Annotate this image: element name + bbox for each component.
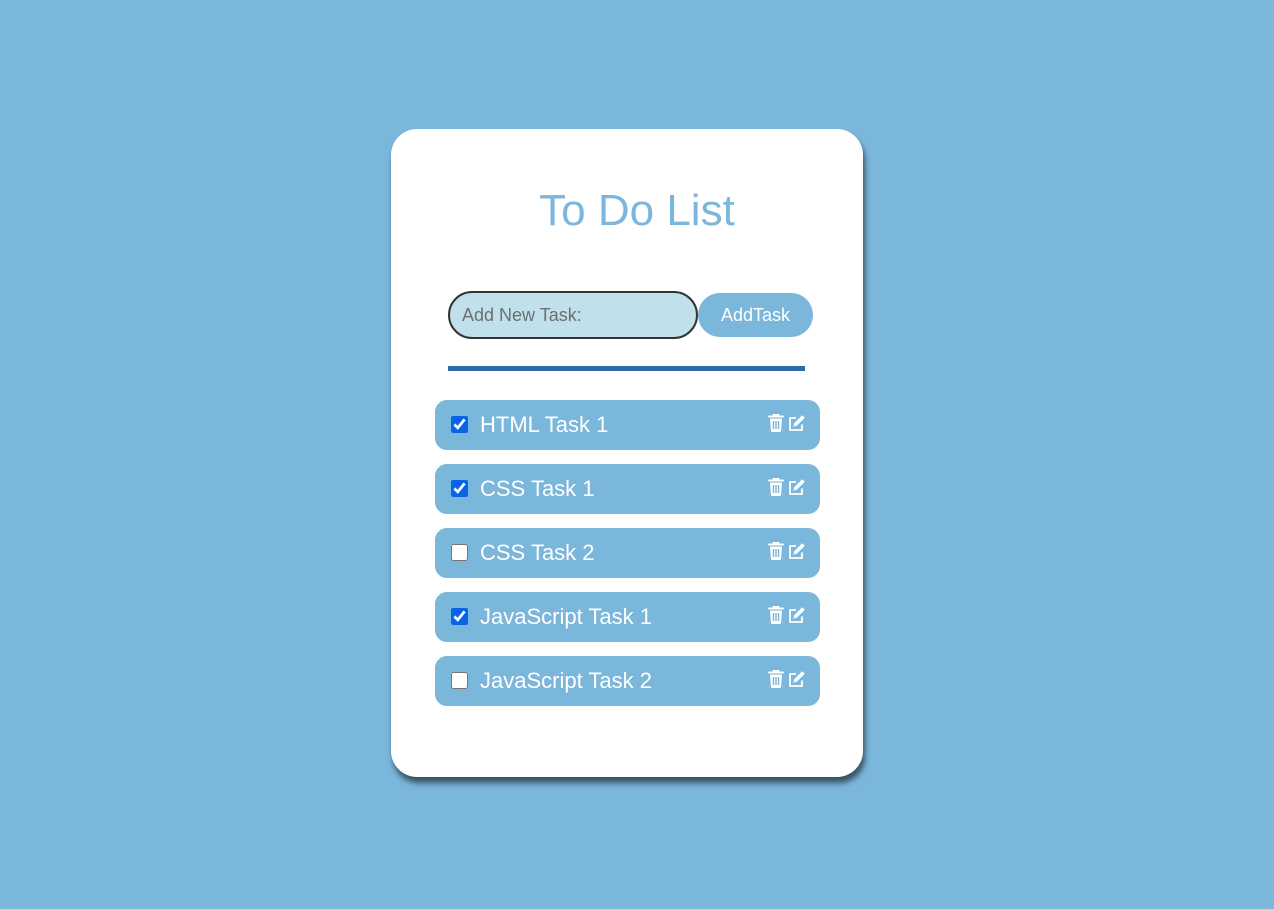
task-checkbox[interactable] — [451, 672, 468, 689]
task-item: CSS Task 1 — [435, 464, 820, 514]
task-item: HTML Task 1 — [435, 400, 820, 450]
task-checkbox[interactable] — [451, 416, 468, 433]
task-item: JavaScript Task 1 — [435, 592, 820, 642]
task-label: CSS Task 1 — [480, 476, 595, 501]
task-label: CSS Task 2 — [480, 540, 595, 565]
task-label: JavaScript Task 1 — [480, 604, 653, 629]
task-actions — [767, 478, 806, 496]
trash-icon[interactable] — [767, 542, 785, 560]
task-actions — [767, 542, 806, 560]
task-actions — [767, 606, 806, 624]
page-title: To Do List — [539, 186, 735, 235]
edit-icon[interactable] — [788, 478, 806, 496]
task-item: CSS Task 2 — [435, 528, 820, 578]
trash-icon[interactable] — [767, 670, 785, 688]
task-actions — [767, 414, 806, 432]
task-checkbox[interactable] — [451, 480, 468, 497]
trash-icon[interactable] — [767, 414, 785, 432]
add-task-button[interactable]: AddTask — [698, 293, 813, 337]
edit-icon[interactable] — [788, 670, 806, 688]
divider — [448, 366, 805, 371]
task-checkbox[interactable] — [451, 608, 468, 625]
trash-icon[interactable] — [767, 478, 785, 496]
task-list: HTML Task 1 CSS Task 1 CSS Task 2 JavaSc… — [435, 400, 820, 706]
edit-icon[interactable] — [788, 414, 806, 432]
task-checkbox[interactable] — [451, 544, 468, 561]
edit-icon[interactable] — [788, 542, 806, 560]
task-item: JavaScript Task 2 — [435, 656, 820, 706]
task-label: HTML Task 1 — [480, 412, 609, 437]
task-label: JavaScript Task 2 — [480, 668, 653, 693]
task-actions — [767, 670, 806, 688]
new-task-input[interactable] — [448, 291, 698, 339]
edit-icon[interactable] — [788, 606, 806, 624]
trash-icon[interactable] — [767, 606, 785, 624]
